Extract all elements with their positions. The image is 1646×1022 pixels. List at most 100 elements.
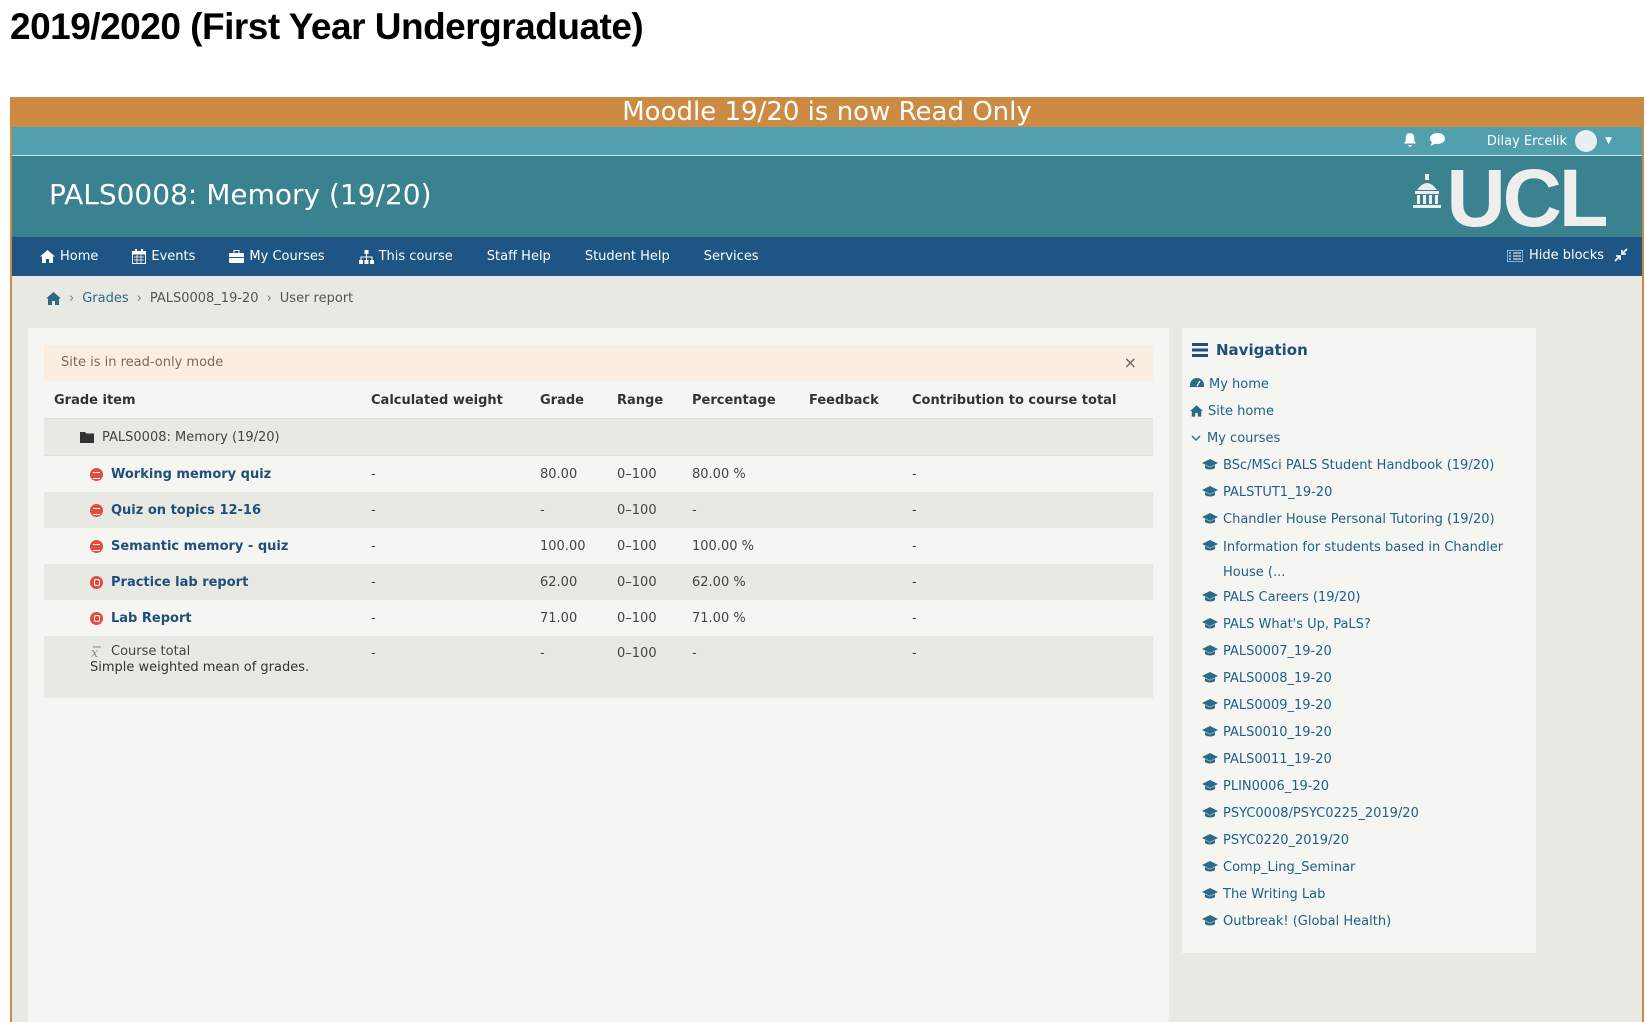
grade-cell: 80.00	[540, 455, 617, 492]
breadcrumb-grades[interactable]: Grades	[82, 291, 128, 306]
category-row: PALS0008: Memory (19/20)	[44, 418, 1153, 456]
nav-course-label: The Writing Lab	[1223, 887, 1326, 902]
percentage-cell: 100.00 %	[692, 528, 809, 564]
sitemap-icon	[358, 249, 374, 264]
home-icon[interactable]	[46, 292, 61, 305]
nav-home-label: Home	[60, 249, 99, 264]
grades-table: Grade item Calculated weight Grade Range…	[44, 382, 1153, 698]
graduation-cap-icon	[1202, 888, 1218, 900]
contribution-cell: -	[912, 455, 1153, 492]
assignment-icon	[90, 575, 103, 589]
nav-course-item[interactable]: Outbreak! (Global Health)	[1190, 913, 1530, 940]
nav-course-item[interactable]: Information for students based in Chandl…	[1190, 538, 1530, 589]
nav-course-item[interactable]: PALS0009_19-20	[1190, 697, 1530, 724]
column-header: Grade item	[44, 382, 371, 419]
table-row: Semantic memory - quiz - 100.00 0–100 10…	[44, 528, 1153, 564]
nav-course-label: PALS0007_19-20	[1223, 644, 1332, 659]
contribution-cell: -	[912, 636, 1153, 698]
expand-icon[interactable]	[1614, 248, 1628, 262]
grade-item-link[interactable]: Working memory quiz	[111, 467, 271, 482]
nav-services-label: Services	[703, 249, 759, 264]
nav-student-help[interactable]: Student Help	[585, 249, 670, 264]
nav-course-item[interactable]: PSYC0008/PSYC0225_2019/20	[1190, 805, 1530, 832]
nav-course-item[interactable]: PALS0011_19-20	[1190, 751, 1530, 778]
breadcrumb-course[interactable]: PALS0008_19-20	[150, 291, 259, 306]
nav-services[interactable]: Services	[704, 249, 759, 264]
nav-my-courses-toggle[interactable]: My courses	[1190, 430, 1530, 457]
nav-course-label: PALS0008_19-20	[1223, 671, 1332, 686]
graduation-cap-icon	[1202, 672, 1218, 684]
grade-cell: 71.00	[540, 600, 617, 636]
table-header-row: Grade item Calculated weight Grade Range…	[44, 382, 1153, 419]
nav-events[interactable]: Events	[132, 249, 195, 264]
nav-course-item[interactable]: PALS Careers (19/20)	[1190, 589, 1530, 616]
feedback-cell	[809, 600, 912, 636]
chevron-right-icon: ›	[136, 291, 142, 306]
chevron-right-icon: ›	[69, 291, 75, 306]
nav-course-item[interactable]: The Writing Lab	[1190, 886, 1530, 913]
nav-course-item[interactable]: Comp_Ling_Seminar	[1190, 859, 1530, 886]
nav-staff-help[interactable]: Staff Help	[487, 249, 551, 264]
nav-course-item[interactable]: Chandler House Personal Tutoring (19/20)	[1190, 511, 1530, 538]
contribution-cell: -	[912, 600, 1153, 636]
quiz-icon	[90, 539, 103, 553]
nav-student-help-label: Student Help	[584, 249, 670, 264]
column-header: Range	[617, 382, 692, 419]
range-cell: 0–100	[617, 564, 692, 600]
nav-course-label: PALS What's Up, PaLS?	[1223, 617, 1371, 632]
calculator-icon: x	[90, 645, 103, 659]
nav-this-course[interactable]: This course	[358, 249, 453, 264]
nav-course-label: PALSTUT1_19-20	[1223, 485, 1333, 500]
nav-course-item[interactable]: PALS What's Up, PaLS?	[1190, 616, 1530, 643]
nav-course-item[interactable]: PALS0008_19-20	[1190, 670, 1530, 697]
nav-course-label: Information for students based in Chandl…	[1223, 540, 1504, 580]
nav-course-item[interactable]: BSc/MSci PALS Student Handbook (19/20)	[1190, 457, 1530, 484]
grade-item-link[interactable]: Quiz on topics 12-16	[111, 503, 261, 518]
graduation-cap-icon	[1202, 915, 1218, 927]
nav-site-home[interactable]: Site home	[1190, 403, 1530, 430]
bell-icon[interactable]	[1403, 132, 1417, 148]
nav-my-courses-label: My courses	[1207, 431, 1281, 446]
nav-events-label: Events	[151, 249, 196, 264]
breadcrumb: › Grades › PALS0008_19-20 › User report	[46, 291, 353, 306]
feedback-cell	[809, 455, 912, 492]
nav-home[interactable]: Home	[40, 249, 98, 264]
grade-cell: 100.00	[540, 528, 617, 564]
course-total-label: Course total	[111, 644, 191, 659]
nav-course-item[interactable]: PLIN0006_19-20	[1190, 778, 1530, 805]
avatar	[1575, 130, 1598, 152]
read-only-banner: Moodle 19/20 is now Read Only	[12, 97, 1642, 127]
weight-cell: -	[371, 528, 540, 564]
chevron-down-icon	[1190, 433, 1202, 443]
nav-site-home-label: Site home	[1208, 404, 1274, 419]
user-name: Dilay Ercelik	[1486, 133, 1568, 149]
nav-course-label: Chandler House Personal Tutoring (19/20)	[1223, 512, 1495, 527]
nav-course-item[interactable]: PALS0010_19-20	[1190, 724, 1530, 751]
nav-my-home[interactable]: My home	[1190, 376, 1530, 403]
grade-item-link[interactable]: Practice lab report	[111, 575, 248, 590]
ucl-logo[interactable]: UCL	[1412, 164, 1606, 237]
close-icon[interactable]: ×	[1124, 345, 1137, 381]
percentage-cell: 62.00 %	[692, 564, 809, 600]
graduation-cap-icon	[1202, 486, 1218, 498]
grade-item-link[interactable]: Lab Report	[111, 611, 192, 626]
graduation-cap-icon	[1202, 645, 1218, 657]
home-icon	[1190, 405, 1203, 417]
course-title: PALS0008: Memory (19/20)	[49, 178, 432, 211]
chat-icon[interactable]	[1429, 132, 1446, 148]
table-row: Practice lab report - 62.00 0–100 62.00 …	[44, 564, 1153, 600]
nav-course-item[interactable]: PALSTUT1_19-20	[1190, 484, 1530, 511]
nav-staff-help-label: Staff Help	[486, 249, 551, 264]
nav-course-label: PALS0010_19-20	[1223, 725, 1332, 740]
column-header: Contribution to course total	[912, 382, 1153, 419]
hide-blocks-button[interactable]: Hide blocks	[1506, 248, 1604, 263]
nav-my-courses[interactable]: My Courses	[229, 249, 325, 264]
grade-item-link[interactable]: Semantic memory - quiz	[111, 539, 288, 554]
alert-text: Site is in read-only mode	[61, 355, 224, 370]
user-bar: Dilay Ercelik ▼	[12, 127, 1642, 156]
graduation-cap-icon	[1202, 780, 1218, 792]
user-menu[interactable]: Dilay Ercelik ▼	[1487, 130, 1612, 152]
nav-course-item[interactable]: PALS0007_19-20	[1190, 643, 1530, 670]
nav-course-item[interactable]: PSYC0220_2019/20	[1190, 832, 1530, 859]
dashboard-icon	[1190, 378, 1204, 390]
